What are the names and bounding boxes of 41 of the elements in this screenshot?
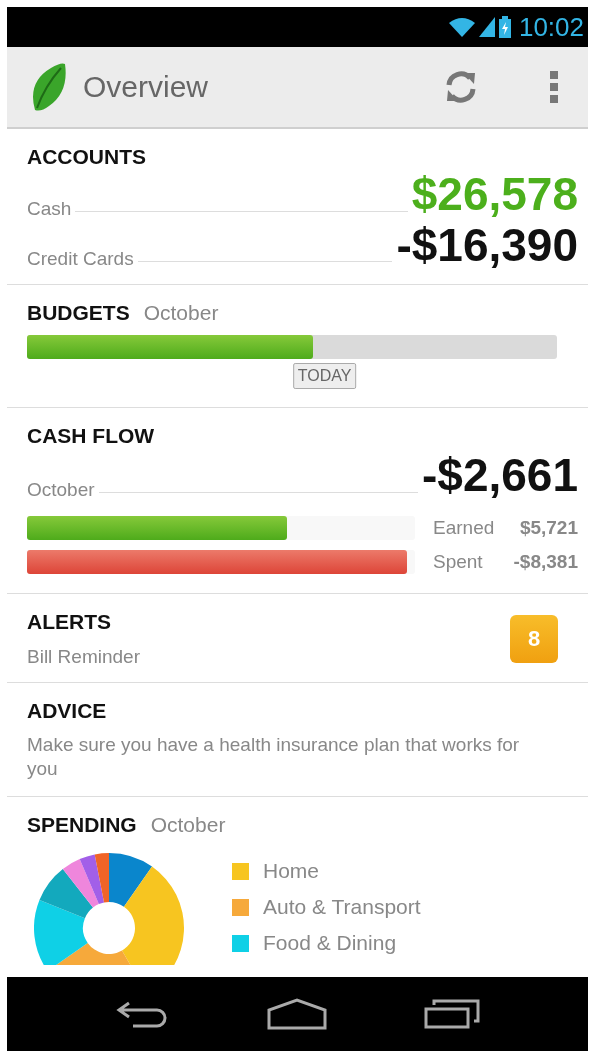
overflow-menu-icon[interactable] xyxy=(550,71,558,103)
account-label: Cash xyxy=(27,197,72,220)
today-marker: TODAY xyxy=(292,363,357,390)
budgets-card[interactable]: BUDGETS October TODAY xyxy=(7,285,588,409)
cash-flow-card[interactable]: CASH FLOW October -$2,661 Earned $5,721 Spent -$8,381 xyxy=(7,408,588,594)
accounts-card[interactable]: ACCOUNTS Cash $26,578 Credit Cards -$16,390 xyxy=(7,129,588,286)
legend-label: Auto & Transport xyxy=(263,895,421,920)
spending-card[interactable]: SPENDING October Home Auto & Transport Food & Dining xyxy=(7,797,588,966)
recent-apps-icon[interactable] xyxy=(423,999,480,1029)
account-amount: -$16,390 xyxy=(396,219,578,271)
cash-flow-label: Spent xyxy=(433,550,484,573)
alerts-card[interactable]: ALERTS Bill Reminder 8 xyxy=(7,593,588,683)
legend-label: Food & Dining xyxy=(263,931,397,956)
section-heading: ADVICE xyxy=(27,698,108,723)
advice-text: Make sure you have a health insurance plan that works for you xyxy=(27,732,521,782)
clock-time: 10:02 xyxy=(518,11,584,43)
account-label: Credit Cards xyxy=(27,248,134,271)
account-amount: $26,578 xyxy=(411,169,578,220)
section-heading: SPENDING xyxy=(27,813,137,838)
battery-icon xyxy=(498,16,511,38)
cash-flow-total: -$2,661 xyxy=(422,450,578,501)
cash-flow-amount: -$8,381 xyxy=(513,550,578,573)
cash-flow-amount: $5,721 xyxy=(518,516,578,539)
period-label: October xyxy=(150,813,226,838)
refresh-icon[interactable] xyxy=(444,69,478,105)
period-label: October xyxy=(143,301,219,326)
section-heading: BUDGETS xyxy=(27,301,130,326)
leaf-logo-icon xyxy=(31,62,67,112)
signal-icon xyxy=(478,17,495,37)
wifi-icon xyxy=(448,17,475,37)
legend-label: Home xyxy=(263,859,320,884)
screen-title: Overview xyxy=(83,70,209,104)
period-label: October xyxy=(27,478,95,501)
cash-flow-label: Earned xyxy=(433,516,496,539)
home-icon[interactable] xyxy=(267,998,328,1030)
section-heading: CASH FLOW xyxy=(27,424,156,449)
advice-card[interactable]: ADVICE Make sure you have a health insurance plan that works for you xyxy=(7,682,588,798)
section-heading: ACCOUNTS xyxy=(27,145,147,169)
section-heading: ALERTS xyxy=(27,609,112,634)
alert-subtitle: Bill Reminder xyxy=(27,645,140,668)
alert-count-badge: 8 xyxy=(510,614,558,663)
